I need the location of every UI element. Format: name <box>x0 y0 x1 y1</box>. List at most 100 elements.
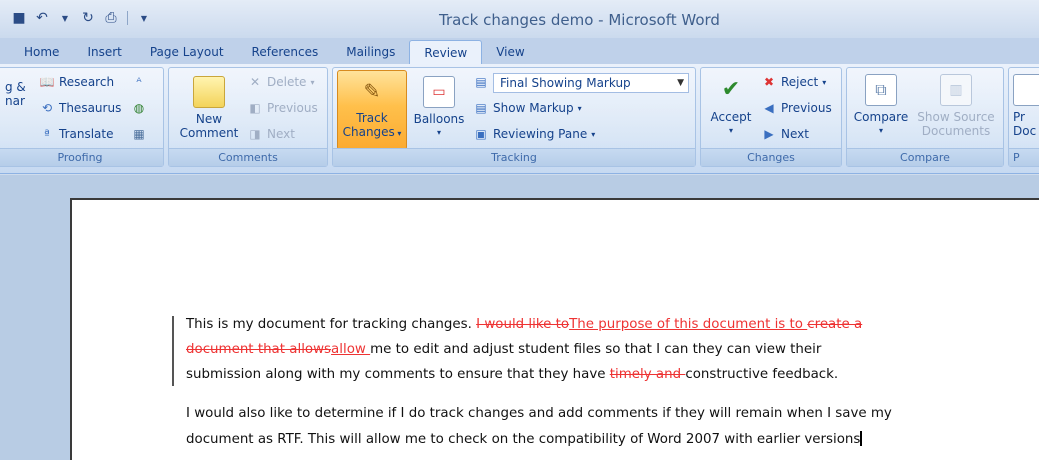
chevron-down-icon: ▾ <box>822 77 827 87</box>
chevron-down-icon: ▾ <box>728 126 733 135</box>
spelling-label-1: g & <box>5 80 26 94</box>
accept-icon: ✔ <box>721 77 741 102</box>
deleted-text: create a <box>807 317 863 332</box>
text-run: I would also like to determine if I do t… <box>186 406 892 421</box>
text-run: This is my document for tracking changes… <box>186 317 477 332</box>
chevron-down-icon: ▾ <box>577 103 582 113</box>
chevron-down-icon: ▾ <box>591 129 596 139</box>
document-line-5[interactable]: document as RTF. This will allow me to c… <box>186 431 863 447</box>
group-changes: ✔ Accept ▾ ✖ Reject ▾ ◀ Previous ▶ Next … <box>700 67 842 167</box>
track-changes-label-2: Changes <box>342 125 395 139</box>
thesaurus-label: Thesaurus <box>59 101 122 115</box>
group-label-compare: Compare <box>847 148 1003 166</box>
research-icon: 📖 <box>39 75 55 89</box>
delete-comment-button[interactable]: ✕ Delete ▾ <box>247 74 314 90</box>
compare-label: Compare <box>853 110 909 124</box>
previous-comment-icon: ◧ <box>249 101 261 115</box>
track-changes-label-1: Track <box>356 111 388 125</box>
translate-button[interactable]: ª Translate <box>39 126 114 142</box>
chevron-down-icon[interactable]: ▼ <box>677 74 684 92</box>
tab-mailings[interactable]: Mailings <box>332 40 409 64</box>
new-comment-button[interactable]: New Comment <box>177 76 241 140</box>
accept-label: Accept <box>710 110 752 124</box>
group-label-changes: Changes <box>701 148 841 166</box>
protect-label-2: Doc <box>1013 124 1037 138</box>
group-label-comments: Comments <box>169 148 327 166</box>
text-run: submission along with my comments to ens… <box>186 367 610 382</box>
chevron-down-icon: ▾ <box>310 77 315 87</box>
document-line-4[interactable]: I would also like to determine if I do t… <box>186 406 892 421</box>
group-label-tracking: Tracking <box>333 148 695 166</box>
translate-icon: ª <box>44 127 50 141</box>
tab-home[interactable]: Home <box>10 40 73 64</box>
text-run: constructive feedback. <box>685 367 839 382</box>
change-bar <box>172 316 174 386</box>
display-for-review-icon-wrap: ▤ <box>473 74 489 90</box>
language-button[interactable]: ᴬ <box>131 74 147 90</box>
tab-page-layout[interactable]: Page Layout <box>136 40 238 64</box>
table-icon: ▦ <box>133 127 145 141</box>
show-markup-button[interactable]: ▤ Show Markup ▾ <box>473 100 582 116</box>
next-change-icon: ▶ <box>764 127 774 141</box>
previous-change-button[interactable]: ◀ Previous <box>761 100 831 116</box>
next-comment-label: Next <box>267 127 295 141</box>
set-language-button[interactable]: ▦ <box>131 126 147 142</box>
text-run: me to edit and adjust student files so t… <box>370 342 822 357</box>
track-changes-icon: ✎ <box>363 79 381 103</box>
deleted-text: document that allows <box>186 342 332 357</box>
previous-comment-label: Previous <box>267 101 318 115</box>
next-comment-button[interactable]: ◨ Next <box>247 126 295 142</box>
reject-icon: ✖ <box>763 75 775 89</box>
thesaurus-button[interactable]: ⟲ Thesaurus <box>39 100 121 116</box>
display-for-review-icon: ▤ <box>475 75 487 89</box>
balloons-button[interactable]: ▭ Balloons ▾ <box>411 76 467 140</box>
reviewing-pane-button[interactable]: ▣ Reviewing Pane ▾ <box>473 126 595 142</box>
show-markup-icon: ▤ <box>475 101 487 115</box>
reviewing-pane-label: Reviewing Pane <box>493 127 588 141</box>
tab-review[interactable]: Review <box>409 40 483 64</box>
reject-button[interactable]: ✖ Reject ▾ <box>761 74 826 90</box>
research-label: Research <box>59 75 115 89</box>
protect-document-icon <box>1013 74 1039 106</box>
show-source-documents-icon: ▥ <box>940 74 972 106</box>
track-changes-button[interactable]: ✎ Track Changes ▾ <box>337 70 407 150</box>
group-compare: ⧉ Compare ▾ ▥ Show Source Documents Comp… <box>846 67 1004 167</box>
chevron-down-icon: ▾ <box>878 126 883 135</box>
translate-label: Translate <box>59 127 114 141</box>
spelling-label-2: nar <box>5 94 25 108</box>
new-comment-icon <box>193 76 225 108</box>
word-count-button[interactable]: ◍ <box>131 100 147 116</box>
reject-label: Reject <box>781 75 819 89</box>
spelling-button[interactable]: g & nar <box>5 80 26 108</box>
ribbon: g & nar 📖 Research ⟲ Thesaurus ª Transla… <box>0 64 1039 174</box>
next-change-button[interactable]: ▶ Next <box>761 126 809 142</box>
display-for-review-select[interactable]: Final Showing Markup ▼ <box>493 73 689 93</box>
document-line-3[interactable]: submission along with my comments to ens… <box>186 367 838 382</box>
previous-comment-button[interactable]: ◧ Previous <box>247 100 318 116</box>
group-label-protect: P <box>1009 148 1039 166</box>
reviewing-pane-icon: ▣ <box>475 127 487 141</box>
research-button[interactable]: 📖 Research <box>39 74 115 90</box>
balloons-icon: ▭ <box>423 76 455 108</box>
tab-view[interactable]: View <box>482 40 538 64</box>
group-tracking: ✎ Track Changes ▾ ▭ Balloons ▾ ▤ Final S… <box>332 67 696 167</box>
inserted-text: The purpose of this document is to <box>569 317 808 332</box>
globe-icon: ◍ <box>133 101 145 115</box>
deleted-text: timely and <box>609 367 686 382</box>
protect-document-button[interactable]: Pr Doc <box>1013 74 1039 138</box>
group-proofing: g & nar 📖 Research ⟲ Thesaurus ª Transla… <box>0 67 164 167</box>
document-line-2[interactable]: document that allowsallow me to edit and… <box>186 342 821 357</box>
accept-button[interactable]: ✔ Accept ▾ <box>705 74 757 138</box>
document-line-1[interactable]: This is my document for tracking changes… <box>186 317 862 332</box>
tab-insert[interactable]: Insert <box>73 40 135 64</box>
protect-label-1: Pr <box>1013 110 1025 124</box>
track-changes-label-2-wrap: Changes ▾ <box>343 125 402 141</box>
group-label-proofing: Proofing <box>0 148 163 166</box>
compare-button[interactable]: ⧉ Compare ▾ <box>849 74 913 138</box>
new-comment-label-1: New <box>195 112 223 126</box>
new-comment-label-2: Comment <box>179 126 239 140</box>
window-title: Track changes demo - Microsoft Word <box>439 11 720 29</box>
title-bar: ■ ↶ ▼ ↻ ⎙ ▼ Track changes demo - Microso… <box>0 0 1039 38</box>
tab-references[interactable]: References <box>238 40 333 64</box>
show-source-documents-button[interactable]: ▥ Show Source Documents <box>913 74 999 138</box>
